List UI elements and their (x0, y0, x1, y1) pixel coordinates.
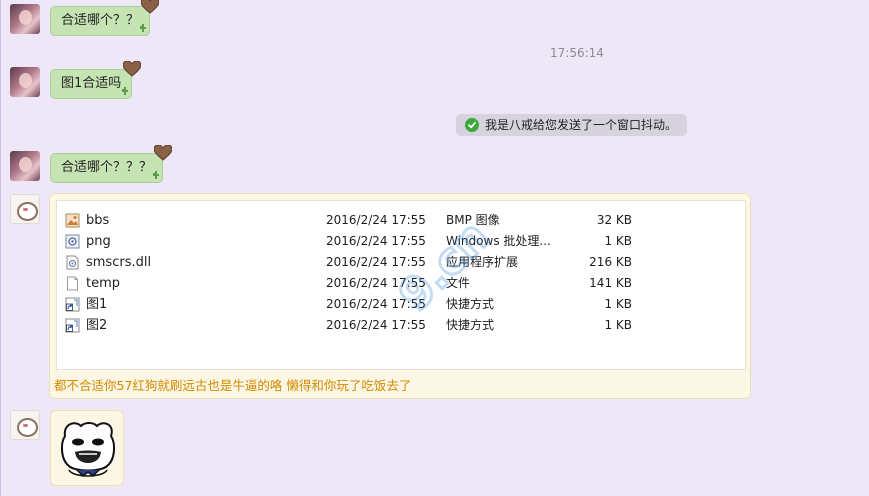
file-name: temp (86, 276, 121, 291)
cactus-decoration-icon (140, 24, 147, 32)
contact-avatar[interactable] (10, 4, 40, 34)
file-name: png (86, 234, 111, 249)
file-name: 图1 (86, 297, 108, 312)
file-row: png 2016/2/24 17:55 Windows 批处理... 1 KB (65, 231, 735, 252)
shortcut-icon (65, 297, 80, 312)
check-icon (465, 118, 479, 132)
file-date: 2016/2/24 17:55 (326, 234, 426, 248)
file-row: temp 2016/2/24 17:55 文件 141 KB (65, 273, 735, 294)
message-text: 合适哪个？？ (61, 13, 140, 28)
heart-decoration-icon (141, 0, 160, 14)
file-row: bbs 2016/2/24 17:55 BMP 图像 32 KB (65, 210, 735, 231)
file-date: 2016/2/24 17:55 (326, 297, 426, 311)
file-size: 141 KB (589, 276, 632, 290)
file-date: 2016/2/24 17:55 (326, 276, 426, 290)
file-row: 图2 2016/2/24 17:55 快捷方式 1 KB (65, 315, 735, 336)
blank-file-icon (65, 276, 80, 291)
heart-decoration-icon (154, 145, 173, 161)
file-type: 快捷方式 (446, 318, 495, 332)
message-bubble: 图1合适吗 (50, 61, 142, 99)
contact-avatar[interactable] (10, 151, 40, 181)
sticker-message[interactable] (50, 410, 124, 486)
shortcut-icon (65, 318, 80, 333)
file-list-message: bbs 2016/2/24 17:55 BMP 图像 32 KB png 201… (49, 193, 751, 399)
user-avatar[interactable] (10, 410, 40, 440)
bmp-image-icon (65, 213, 80, 228)
user-avatar[interactable] (10, 194, 40, 224)
meme-face-icon (60, 422, 116, 478)
file-name: smscrs.dll (86, 255, 152, 270)
heart-decoration-icon (123, 61, 142, 77)
file-type: BMP 图像 (446, 213, 500, 227)
file-size: 216 KB (589, 255, 632, 269)
file-name: 图2 (86, 318, 108, 333)
message-text: 图1合适吗 (61, 76, 122, 91)
file-date: 2016/2/24 17:55 (326, 318, 426, 332)
window-shake-notice: 我是八戒给您发送了一个窗口抖动。 (456, 114, 688, 136)
file-date: 2016/2/24 17:55 (326, 255, 426, 269)
message-text: 合适哪个？？？ (61, 160, 153, 175)
message-caption: 都不合适你57红狗就刷远古也是牛逼的咯 懒得和你玩了吃饭去了 (54, 378, 412, 393)
file-date: 2016/2/24 17:55 (326, 213, 426, 227)
message-bubble: 合适哪个？？ (50, 0, 160, 36)
file-name: bbs (86, 213, 110, 228)
png-file-icon (65, 234, 80, 249)
file-size: 1 KB (604, 297, 632, 311)
file-size: 32 KB (596, 213, 632, 227)
file-row: 图1 2016/2/24 17:55 快捷方式 1 KB (65, 294, 735, 315)
file-size: 1 KB (604, 234, 632, 248)
file-type: 文件 (446, 276, 471, 290)
message-bubble: 合适哪个？？？ (50, 145, 173, 183)
cactus-decoration-icon (122, 87, 129, 95)
file-list-screenshot: bbs 2016/2/24 17:55 BMP 图像 32 KB png 201… (56, 200, 746, 370)
contact-avatar[interactable] (10, 67, 40, 97)
dll-file-icon (65, 255, 80, 270)
file-type: Windows 批处理... (446, 234, 551, 248)
message-timestamp: 17:56:14 (550, 46, 604, 60)
notice-text: 我是八戒给您发送了一个窗口抖动。 (485, 118, 678, 132)
file-type: 应用程序扩展 (446, 255, 519, 269)
file-row: smscrs.dll 2016/2/24 17:55 应用程序扩展 216 KB (65, 252, 735, 273)
file-size: 1 KB (604, 318, 632, 332)
cactus-decoration-icon (153, 171, 160, 179)
file-type: 快捷方式 (446, 297, 495, 311)
